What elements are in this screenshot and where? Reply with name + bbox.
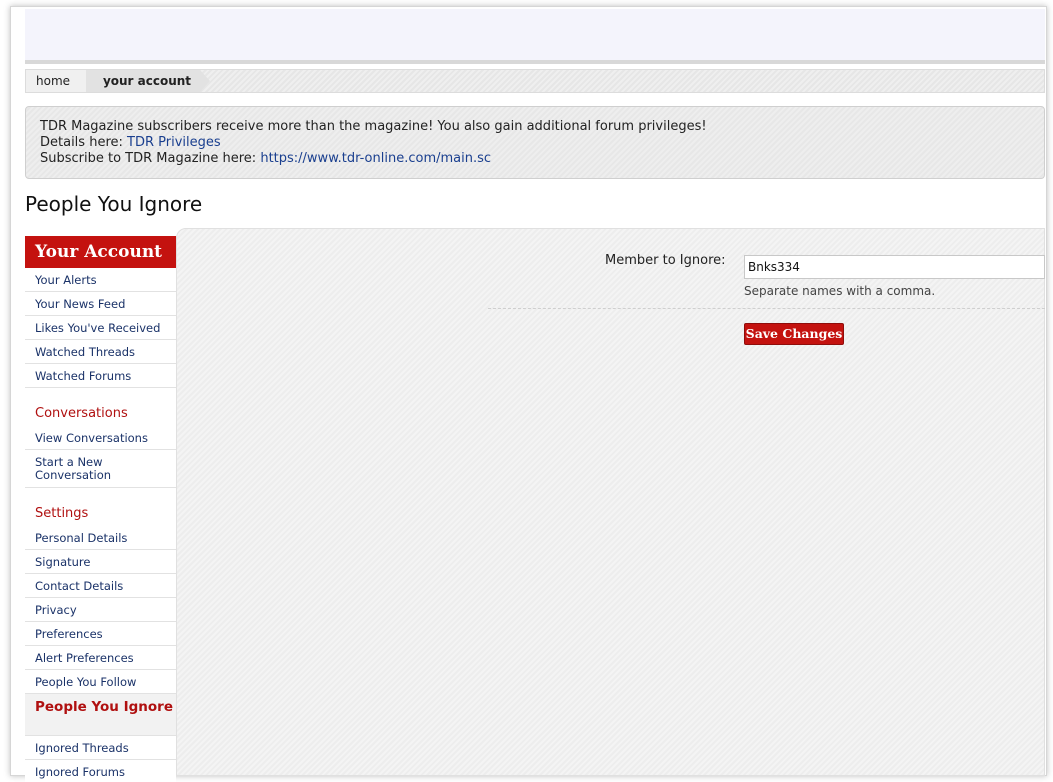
separate-names-hint: Separate names with a comma. <box>744 284 936 298</box>
sidebar-item-signature[interactable]: Signature <box>25 550 176 574</box>
notice-subscribe-line: Subscribe to TDR Magazine here: https://… <box>40 151 1030 167</box>
subscribe-link[interactable]: https://www.tdr-online.com/main.sc <box>260 151 491 166</box>
sidebar-item-news-feed[interactable]: Your News Feed <box>25 292 176 316</box>
member-to-ignore-input[interactable] <box>744 255 1045 279</box>
sidebar-heading[interactable]: Your Account <box>25 236 176 268</box>
account-sidebar: Your Account Your Alerts Your News Feed … <box>25 236 176 782</box>
sidebar-item-your-alerts[interactable]: Your Alerts <box>25 268 176 292</box>
sidebar-item-contact-details[interactable]: Contact Details <box>25 574 176 598</box>
main-content <box>176 228 1045 776</box>
sidebar-item-ignored-threads[interactable]: Ignored Threads <box>25 736 176 760</box>
sidebar-item-alert-preferences[interactable]: Alert Preferences <box>25 646 176 670</box>
sidebar-item-people-you-follow[interactable]: People You Follow <box>25 670 176 694</box>
sidebar-item-start-conversation[interactable]: Start a New Conversation <box>25 450 176 488</box>
breadcrumb-your-account[interactable]: your account <box>86 70 200 92</box>
sidebar-item-ignored-forums[interactable]: Ignored Forums <box>25 760 176 782</box>
notice-line: TDR Magazine subscribers receive more th… <box>40 119 707 134</box>
breadcrumb: home your account <box>25 69 1045 93</box>
sidebar-item-watched-threads[interactable]: Watched Threads <box>25 340 176 364</box>
notice-subscribe-prefix: Subscribe to TDR Magazine here: <box>40 151 261 166</box>
form-divider <box>488 308 1045 309</box>
sidebar-item-people-you-ignore[interactable]: People You Ignore <box>25 694 176 736</box>
sidebar-item-privacy[interactable]: Privacy <box>25 598 176 622</box>
sidebar-item-likes-received[interactable]: Likes You've Received <box>25 316 176 340</box>
sidebar-item-watched-forums[interactable]: Watched Forums <box>25 364 176 388</box>
subscriber-notice: TDR Magazine subscribers receive more th… <box>25 106 1045 179</box>
notice-details-prefix: Details here: <box>40 135 128 150</box>
save-changes-button[interactable]: Save Changes <box>744 323 844 345</box>
breadcrumb-home[interactable]: home <box>26 70 90 92</box>
member-to-ignore-label: Member to Ignore: <box>605 253 726 268</box>
sidebar-item-personal-details[interactable]: Personal Details <box>25 526 176 550</box>
tdr-privileges-link[interactable]: TDR Privileges <box>127 135 221 150</box>
page-title: People You Ignore <box>25 192 203 216</box>
notice-details-line: Details here: TDR Privileges <box>40 135 1030 151</box>
sidebar-item-view-conversations[interactable]: View Conversations <box>25 426 176 450</box>
sidebar-item-preferences[interactable]: Preferences <box>25 622 176 646</box>
sidebar-section-settings[interactable]: Settings <box>25 488 176 526</box>
breadcrumb-arrow <box>200 70 210 92</box>
sidebar-section-conversations[interactable]: Conversations <box>25 388 176 426</box>
site-header <box>25 9 1045 64</box>
